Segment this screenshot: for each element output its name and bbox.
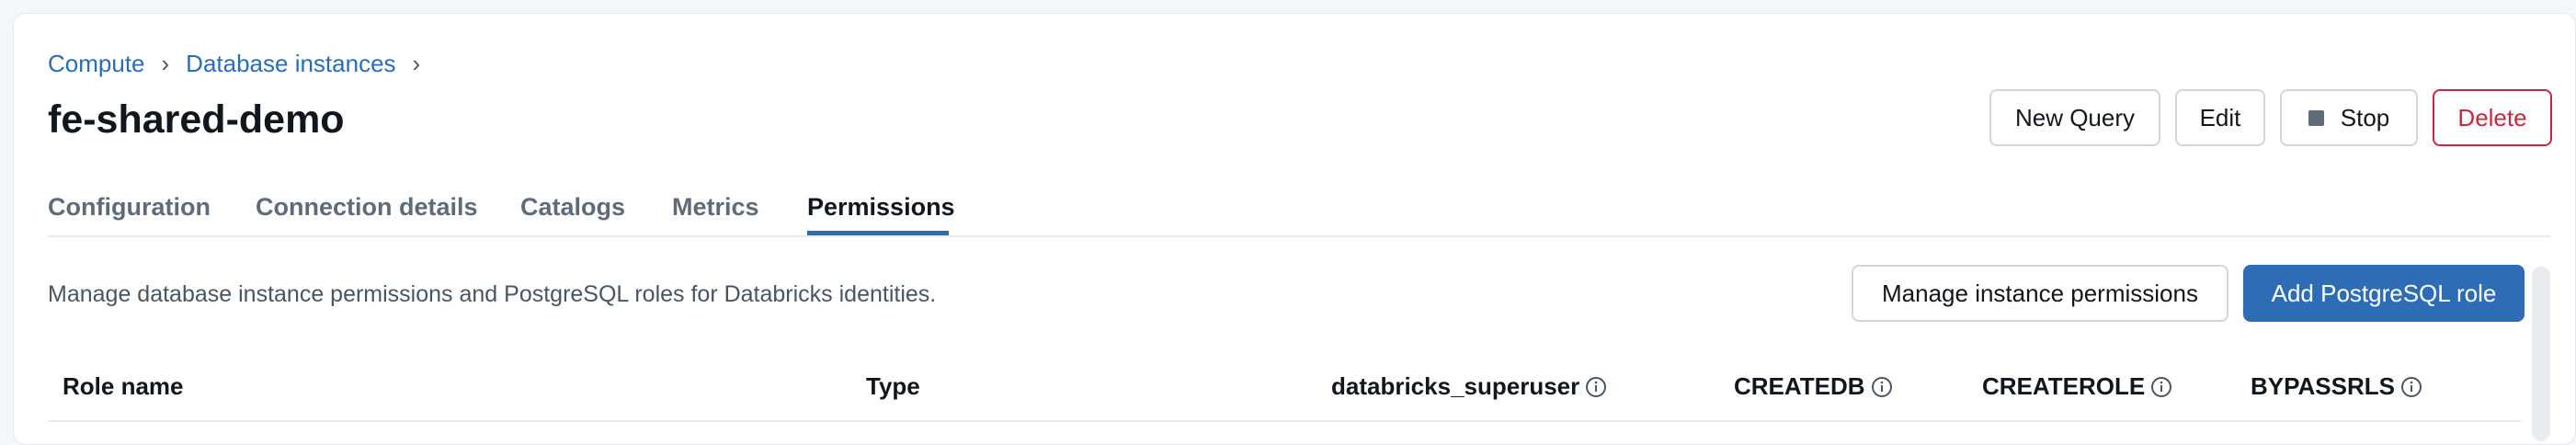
column-header-label: CREATEDB: [1734, 372, 1865, 400]
edit-button[interactable]: Edit: [2175, 89, 2265, 146]
new-query-button[interactable]: New Query: [1989, 89, 2160, 146]
column-header-label: CREATEROLE: [1982, 372, 2146, 400]
stop-square-icon: [2308, 109, 2324, 126]
delete-button[interactable]: Delete: [2433, 89, 2552, 146]
breadcrumb-database-instances-link[interactable]: Database instances: [186, 50, 395, 78]
info-circle-icon[interactable]: [2150, 376, 2172, 398]
breadcrumb: Compute › Database instances ›: [48, 48, 437, 79]
column-header-type[interactable]: Type: [866, 372, 920, 401]
stop-button-label: Stop: [2340, 103, 2390, 131]
tab-configuration[interactable]: Configuration: [48, 193, 211, 222]
tab-metrics[interactable]: Metrics: [672, 193, 759, 222]
page-title: fe-shared-demo: [48, 97, 345, 142]
column-header-label: Type: [866, 372, 920, 400]
column-header-label: databricks_superuser: [1331, 372, 1580, 400]
column-header-bypassrls[interactable]: BYPASSRLS: [2251, 372, 2422, 401]
tab-bar: Configuration Connection details Catalog…: [48, 184, 2550, 237]
info-circle-icon[interactable]: [1585, 376, 1607, 398]
column-header-role-name[interactable]: Role name: [63, 372, 184, 401]
active-tab-indicator: [807, 231, 949, 235]
tab-permissions[interactable]: Permissions: [807, 193, 955, 222]
column-header-databricks-superuser[interactable]: databricks_superuser: [1331, 372, 1607, 401]
chevron-right-icon: ›: [161, 49, 170, 77]
manage-instance-permissions-button[interactable]: Manage instance permissions: [1852, 265, 2228, 322]
info-circle-icon[interactable]: [2400, 376, 2422, 398]
tab-catalogs[interactable]: Catalogs: [520, 193, 625, 222]
breadcrumb-compute-link[interactable]: Compute: [48, 50, 145, 78]
column-header-createrole[interactable]: CREATEROLE: [1982, 372, 2172, 401]
add-postgresql-role-button[interactable]: Add PostgreSQL role: [2243, 265, 2525, 322]
column-header-createdb[interactable]: CREATEDB: [1734, 372, 1893, 401]
stop-button[interactable]: Stop: [2280, 89, 2418, 146]
column-header-label: Role name: [63, 372, 184, 400]
column-header-label: BYPASSRLS: [2251, 372, 2395, 400]
info-circle-icon[interactable]: [1871, 376, 1893, 398]
table-header-row: Role name Type databricks_superuser CREA…: [48, 363, 2521, 422]
vertical-scrollbar[interactable]: [2532, 267, 2550, 441]
chevron-right-icon: ›: [412, 49, 421, 77]
permissions-description: Manage database instance permissions and…: [48, 281, 937, 307]
tab-connection-details[interactable]: Connection details: [256, 193, 478, 222]
